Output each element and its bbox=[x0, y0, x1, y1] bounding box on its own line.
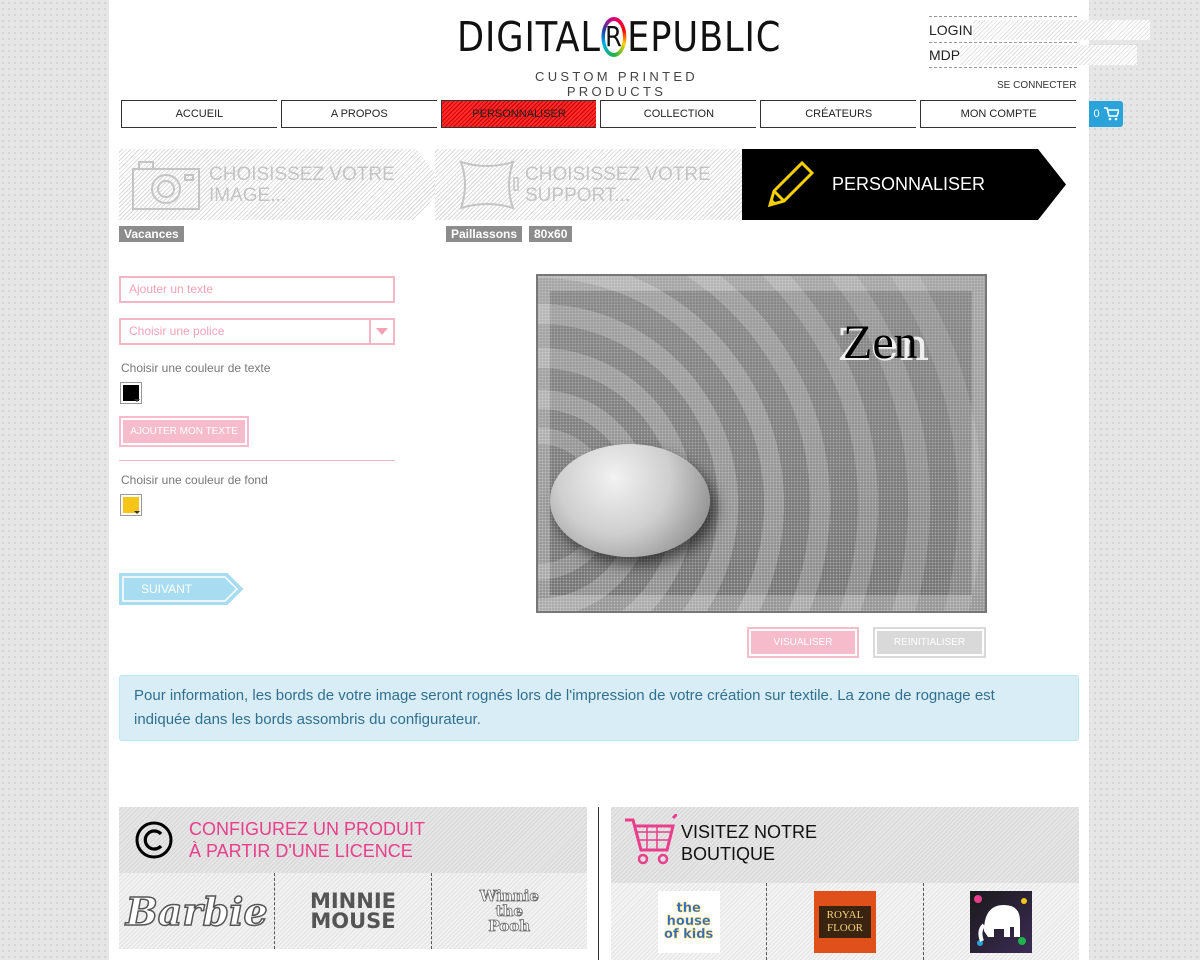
licence-title-line2: À PARTIR D'UNE LICENCE bbox=[189, 841, 413, 861]
text-input[interactable]: Ajouter un texte bbox=[119, 276, 395, 303]
font-select[interactable]: Choisir une police bbox=[119, 318, 395, 345]
nav-personnaliser[interactable]: PERSONNALISER bbox=[440, 100, 597, 128]
minnie-logo: MINNIE MOUSE bbox=[309, 889, 396, 933]
password-row: MDP bbox=[929, 42, 1138, 68]
winnie-logo: Winnie the Pooh bbox=[479, 886, 539, 935]
info-message: Pour information, les bords de votre ima… bbox=[134, 687, 995, 728]
product-elephant[interactable]: elephant bbox=[922, 883, 1079, 960]
visualize-button[interactable]: VISUALISER bbox=[747, 627, 859, 658]
text-color-swatch[interactable] bbox=[120, 382, 142, 404]
connect-link[interactable]: SE CONNECTER bbox=[997, 80, 1076, 91]
shop-products: the house of kids ROYAL FLOOR bbox=[611, 883, 1079, 960]
licence-title-line1: CONFIGUREZ UN PRODUIT bbox=[189, 819, 425, 839]
login-input[interactable] bbox=[972, 19, 1150, 40]
bg-color-swatch[interactable] bbox=[120, 494, 142, 516]
brand-minnie[interactable]: MINNIE MOUSE bbox=[274, 873, 430, 949]
next-button[interactable]: SUIVANT bbox=[119, 573, 244, 605]
form-divider bbox=[119, 460, 395, 461]
step-label: PERSONNALISER bbox=[832, 174, 986, 194]
product-royal-floor[interactable]: ROYAL FLOOR bbox=[766, 883, 922, 960]
support-tag: Paillassons bbox=[446, 226, 523, 242]
login-label: LOGIN bbox=[929, 21, 973, 38]
elephant-icon bbox=[974, 894, 1028, 946]
shop-title: VISITEZ NOTRE BOUTIQUE bbox=[681, 821, 817, 865]
nav-accueil[interactable]: ACCUEIL bbox=[121, 100, 277, 128]
licence-panel-header: CONFIGUREZ UN PRODUIT À PARTIR D'UNE LIC… bbox=[119, 807, 587, 873]
licence-title: CONFIGUREZ UN PRODUIT À PARTIR D'UNE LIC… bbox=[189, 818, 425, 862]
text-input-placeholder: Ajouter un texte bbox=[129, 282, 214, 296]
password-label: MDP bbox=[929, 47, 961, 63]
shop-title-line1: VISITEZ NOTRE bbox=[681, 822, 818, 842]
login-box: LOGIN MDP bbox=[929, 16, 1150, 68]
step-label: CHOISISSEZ VOTRE IMAGE... bbox=[209, 164, 395, 206]
brand-barbie[interactable]: Barbie bbox=[119, 873, 274, 949]
elephant-image: elephant bbox=[970, 890, 1033, 953]
barbie-logo: Barbie bbox=[125, 888, 268, 935]
info-alert: Pour information, les bords de votre ima… bbox=[119, 675, 1079, 741]
nav-collection[interactable]: COLLECTION bbox=[600, 100, 757, 128]
reset-button[interactable]: REINITIALISER bbox=[873, 627, 986, 658]
logo-r-circle: R bbox=[602, 17, 626, 57]
overlay-text[interactable]: Zen bbox=[843, 315, 918, 370]
preview-canvas[interactable]: Zen Zen bbox=[536, 274, 987, 613]
font-select-placeholder: Choisir une police bbox=[129, 324, 225, 338]
login-row: LOGIN bbox=[929, 16, 1150, 42]
shop-panel: VISITEZ NOTRE BOUTIQUE the house of kids… bbox=[611, 807, 1079, 960]
product-house-of-kids[interactable]: the house of kids bbox=[611, 883, 766, 960]
nav-createurs[interactable]: CRÉATEURS bbox=[760, 100, 917, 128]
house-of-kids-text: the house of kids bbox=[664, 901, 714, 942]
next-button-label: SUIVANT bbox=[141, 582, 193, 596]
step-personnaliser[interactable]: PERSONNALISER bbox=[742, 149, 1066, 220]
add-text-button[interactable]: AJOUTER MON TEXTE bbox=[119, 416, 249, 447]
size-tag: 80x60 bbox=[529, 226, 573, 242]
cart-button[interactable]: 0 bbox=[1089, 101, 1123, 127]
text-color-label: Choisir une couleur de texte bbox=[121, 361, 271, 375]
camera-icon bbox=[132, 161, 200, 210]
licence-panel: CONFIGUREZ UN PRODUIT À PARTIR D'UNE LIC… bbox=[119, 807, 587, 949]
image-tag: Vacances bbox=[119, 226, 184, 242]
royal-floor-image: ROYAL FLOOR bbox=[813, 890, 876, 953]
pillow-icon bbox=[459, 160, 519, 210]
password-input[interactable] bbox=[960, 45, 1138, 65]
royal-floor-text: ROYAL FLOOR bbox=[818, 905, 871, 938]
copyright-icon bbox=[135, 821, 173, 859]
cart-count: 0 bbox=[1093, 108, 1100, 120]
logo-right: EPUBLIC bbox=[627, 13, 782, 61]
cart-icon bbox=[625, 814, 677, 865]
shop-panel-header: VISITEZ NOTRE BOUTIQUE bbox=[611, 807, 1079, 883]
logo-tagline: CUSTOM PRINTED PRODUCTS bbox=[535, 69, 698, 99]
nav-mon-compte[interactable]: MON COMPTE bbox=[920, 100, 1076, 128]
licence-brands: Barbie MINNIE MOUSE Winnie the Pooh bbox=[119, 873, 587, 949]
cart-icon bbox=[1103, 107, 1119, 121]
chevron-down-icon[interactable] bbox=[369, 320, 393, 343]
nav-a-propos[interactable]: A PROPOS bbox=[280, 100, 437, 128]
shop-title-line2: BOUTIQUE bbox=[681, 844, 776, 864]
brand-winnie[interactable]: Winnie the Pooh bbox=[430, 873, 587, 949]
main-nav: ACCUEIL A PROPOS PERSONNALISER COLLECTIO… bbox=[121, 100, 1076, 128]
step-label: CHOISISSEZ VOTRE SUPPORT... bbox=[525, 164, 711, 206]
logo-wordmark: DIGITAL R EPUBLIC bbox=[457, 12, 780, 62]
site-logo[interactable]: DIGITAL R EPUBLIC CUSTOM PRINTED PRODUCTS bbox=[457, 12, 780, 99]
step-choose-support[interactable]: CHOISISSEZ VOTRE SUPPORT... bbox=[435, 149, 765, 220]
panel-divider bbox=[598, 807, 599, 960]
logo-left: DIGITAL bbox=[457, 13, 601, 61]
page: DIGITAL R EPUBLIC CUSTOM PRINTED PRODUCTS … bbox=[109, 0, 1150, 960]
bg-color-label: Choisir une couleur de fond bbox=[121, 473, 268, 487]
pencil-icon bbox=[767, 160, 815, 208]
house-of-kids-logo: the house of kids bbox=[657, 890, 720, 953]
step-choose-image[interactable]: CHOISISSEZ VOTRE IMAGE... bbox=[119, 149, 444, 220]
